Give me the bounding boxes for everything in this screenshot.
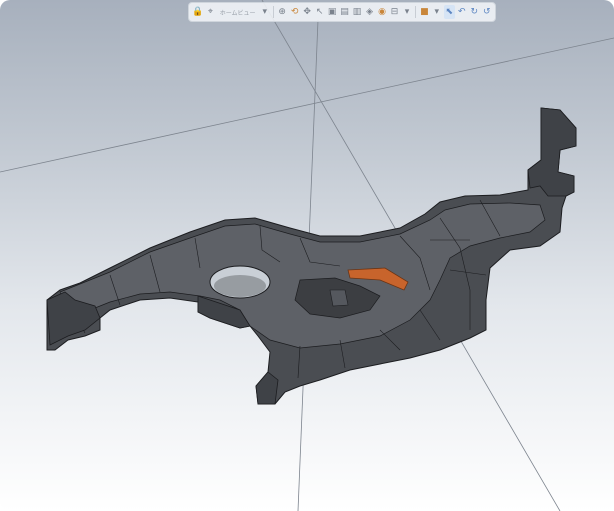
view-right-icon[interactable]: ▥ (352, 5, 362, 19)
render-mode-icon[interactable]: ◉ (377, 5, 387, 19)
rotate-icon[interactable]: ⟲ (289, 5, 299, 19)
pan-icon[interactable]: ✥ (302, 5, 312, 19)
redo-icon[interactable]: ↻ (469, 5, 479, 19)
axis-line-x (0, 37, 614, 173)
3d-viewport[interactable]: 🔒 ⌖ ホームビュー ▾ ⊕ ⟲ ✥ ↖ ▣ ▤ ▥ ◈ ◉ ⊟ ▾ ■ ▾ ⬉… (0, 0, 614, 511)
model-canvas[interactable] (0, 0, 614, 511)
dropdown-icon[interactable]: ▾ (260, 5, 270, 19)
bracket-part[interactable] (46, 107, 577, 405)
color-icon[interactable]: ■ (419, 5, 429, 19)
view-top-icon[interactable]: ▤ (339, 5, 349, 19)
toolbar-divider (415, 6, 417, 18)
view-toolbar: 🔒 ⌖ ホームビュー ▾ ⊕ ⟲ ✥ ↖ ▣ ▤ ▥ ◈ ◉ ⊟ ▾ ■ ▾ ⬉… (188, 2, 496, 22)
section-icon[interactable]: ⊟ (389, 5, 399, 19)
pointer-icon[interactable]: ⬉ (444, 5, 455, 19)
select-icon[interactable]: ↖ (314, 5, 324, 19)
refresh-icon[interactable]: ↺ (482, 5, 492, 19)
dropdown-icon[interactable]: ▾ (402, 5, 412, 19)
undo-icon[interactable]: ↶ (457, 5, 467, 19)
coordinate-system-icon[interactable]: ⌖ (205, 5, 215, 19)
dropdown-icon[interactable]: ▾ (432, 5, 442, 19)
lock-icon[interactable]: 🔒 (192, 5, 203, 19)
view-orientation-label[interactable]: ホームビュー (218, 8, 258, 17)
view-iso-icon[interactable]: ◈ (364, 5, 374, 19)
zoom-icon[interactable]: ⊕ (277, 5, 287, 19)
toolbar-divider (273, 6, 274, 18)
view-front-icon[interactable]: ▣ (327, 5, 337, 19)
